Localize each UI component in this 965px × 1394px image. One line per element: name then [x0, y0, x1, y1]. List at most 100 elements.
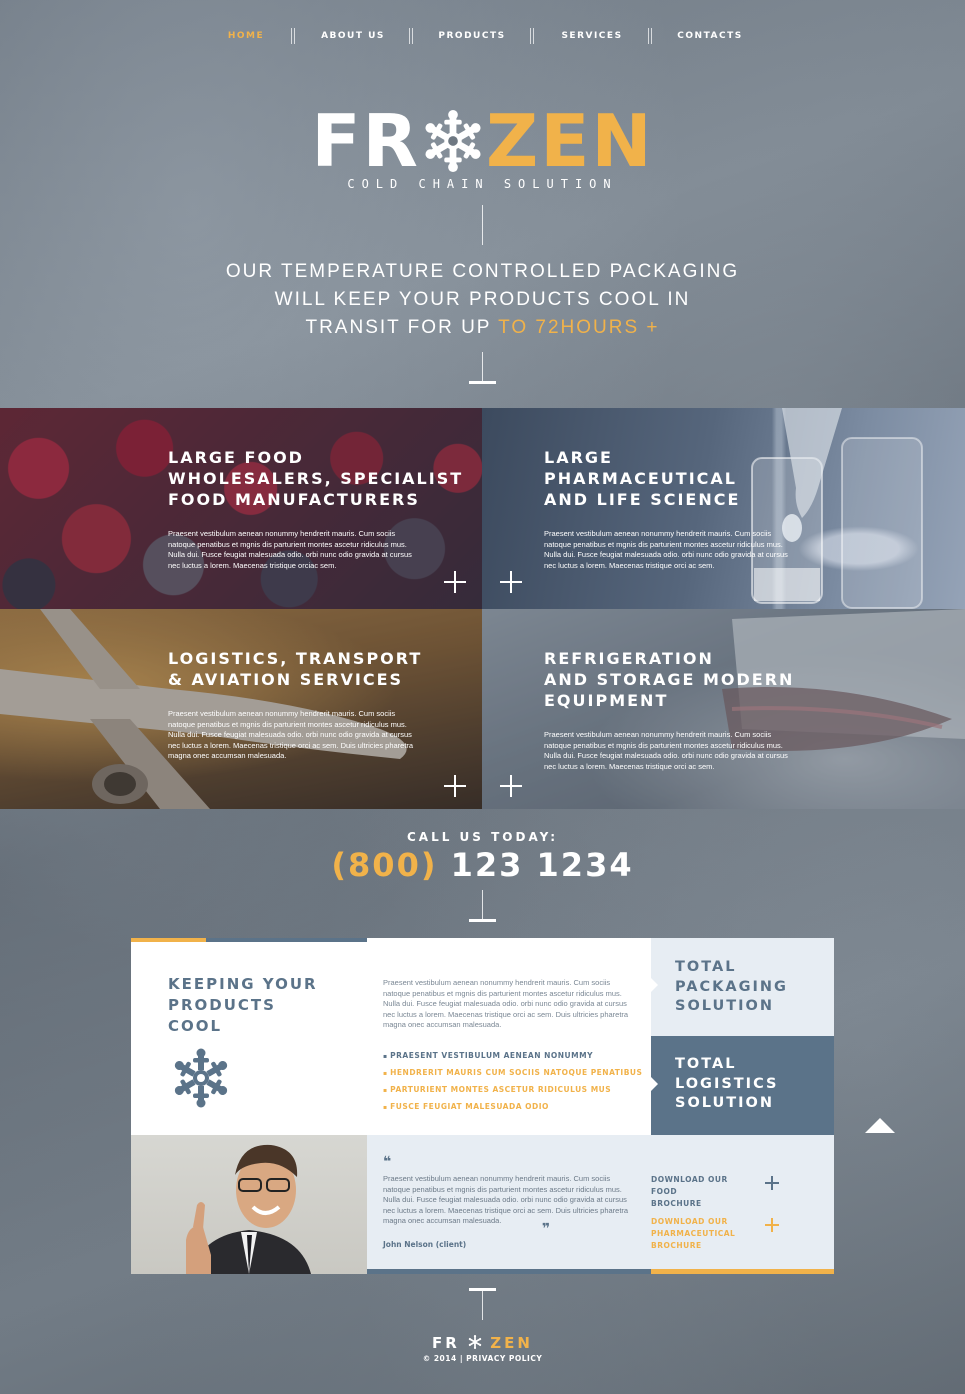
download-food-brochure-link[interactable]: DOWNLOAD OUR FOOD BROCHURE: [651, 1174, 751, 1210]
feature-item: FUSCE FEUGIAT MALESUADA ODIO: [383, 1099, 642, 1116]
info-heading: KEEPING YOUR PRODUCTS COOL: [168, 974, 318, 1037]
title-line: SOLUTION: [675, 998, 775, 1014]
feature-item: PARTURIENT MONTES ASCETUR RIDICULUS MUS: [383, 1082, 642, 1099]
site-logo[interactable]: FR ZEN: [0, 105, 965, 177]
tile-title-line: REFRIGERATION: [544, 649, 714, 668]
tile-pharma-title: LARGE PHARMACEUTICAL AND LIFE SCIENCE: [544, 447, 740, 510]
tile-food-body: Praesent vestibulum aenean nonummy hendr…: [168, 529, 412, 570]
plus-icon[interactable]: [500, 571, 522, 593]
tile-pharma-body: Praesent vestibulum aenean nonummy hendr…: [544, 529, 788, 570]
panel-arrow: [651, 1077, 658, 1091]
nav-separator: [291, 28, 295, 44]
nav-products[interactable]: PRODUCTS: [422, 28, 522, 44]
tile-title-line: LARGE: [544, 448, 613, 467]
feature-list: PRAESENT VESTIBULUM AENEAN NONUMMY HENDR…: [383, 1048, 642, 1116]
tile-title-line: WHOLESALERS, SPECIALIST: [168, 469, 464, 488]
footer-logo-right: ZEN: [490, 1334, 533, 1352]
testimonial-text: Praesent vestibulum aenean nonummy hendr…: [383, 1174, 629, 1225]
test-tube-illustration: [751, 408, 923, 609]
copyright-text: © 2014 |: [422, 1354, 467, 1363]
title-line: LOGISTICS: [675, 1075, 779, 1092]
tile-title-line: & AVIATION SERVICES: [168, 670, 404, 689]
phone-area-code: (800): [331, 846, 438, 884]
snowflake-icon: [468, 1335, 482, 1349]
hero-line-3-text: TRANSIT FOR UP: [305, 317, 499, 338]
phone-digits: 123 1234: [450, 846, 634, 884]
accent-bar: [206, 938, 367, 942]
link-line: BROCHURE: [651, 1199, 702, 1208]
heading-line: COOL: [168, 1017, 223, 1035]
nav-about-us[interactable]: ABOUT US: [303, 28, 403, 44]
nav-home[interactable]: HOME: [196, 28, 296, 44]
packaging-solution-title: TOTAL PACKAGING SOLUTION: [675, 958, 788, 1017]
plus-icon[interactable]: [500, 775, 522, 797]
heading-line: KEEPING YOUR: [168, 975, 318, 993]
tile-title-line: AND STORAGE MODERN: [544, 670, 795, 689]
logo-tagline: COLD CHAIN SOLUTION: [347, 177, 618, 191]
footer-copyright: © 2014 | PRIVACY POLICY: [0, 1354, 965, 1363]
link-line: DOWNLOAD OUR: [651, 1217, 728, 1226]
tile-refrigeration-body: Praesent vestibulum aenean nonummy hendr…: [544, 730, 788, 771]
tile-refrigeration-title: REFRIGERATION AND STORAGE MODERN EQUIPME…: [544, 648, 794, 711]
feature-item: HENDRERIT MAURIS CUM SOCIIS NATOQUE PENA…: [383, 1065, 642, 1082]
scroll-top-icon[interactable]: [865, 1118, 895, 1133]
title-line: TOTAL: [675, 1056, 737, 1072]
tile-title-line: LARGE FOOD: [168, 448, 304, 467]
info-paragraph: Praesent vestibulum aenean nonummy hendr…: [383, 978, 629, 1029]
phone-number[interactable]: (800) 123 1234: [0, 846, 965, 884]
hero-line-2: WILL KEEP YOUR PRODUCTS COOL IN: [274, 289, 691, 310]
nav-separator: [530, 28, 534, 44]
divider-line: [482, 1290, 483, 1320]
panel-arrow: [651, 978, 658, 992]
divider-line: [482, 205, 483, 245]
client-photo: [131, 1135, 367, 1274]
feature-item: PRAESENT VESTIBULUM AENEAN NONUMMY: [383, 1048, 642, 1065]
hero-headline: OUR TEMPERATURE CONTROLLED PACKAGING WIL…: [0, 258, 965, 342]
tile-title-line: AND LIFE SCIENCE: [544, 490, 741, 509]
tile-title-line: LOGISTICS, TRANSPORT: [168, 649, 423, 668]
plus-icon[interactable]: [765, 1176, 779, 1190]
accent-bar: [131, 938, 206, 942]
tile-title-line: EQUIPMENT: [544, 691, 669, 710]
footer-logo-left: FR: [432, 1334, 460, 1352]
link-line: PHARMACEUTICAL: [651, 1229, 736, 1238]
title-line: TOTAL: [675, 959, 737, 975]
nav-separator: [409, 28, 413, 44]
divider-bar: [469, 919, 496, 922]
quote-open-icon: ❝: [383, 1154, 392, 1170]
tile-aviation-title: LOGISTICS, TRANSPORT & AVIATION SERVICES: [168, 648, 422, 690]
snowflake-icon: [421, 110, 484, 172]
tile-aviation-body: Praesent vestibulum aenean nonummy hendr…: [168, 709, 414, 760]
divider-line: [482, 352, 483, 382]
title-line: PACKAGING: [675, 978, 788, 995]
download-pharma-brochure-link[interactable]: DOWNLOAD OUR PHARMACEUTICAL BROCHURE: [651, 1216, 751, 1252]
tile-title-line: FOOD MANUFACTURERS: [168, 490, 420, 509]
tile-food-title: LARGE FOOD WHOLESALERS, SPECIALIST FOOD …: [168, 447, 463, 510]
title-line: SOLUTION: [675, 1095, 775, 1111]
heading-line: PRODUCTS: [168, 996, 276, 1014]
call-label: CALL US TODAY:: [406, 830, 559, 844]
plus-icon[interactable]: [765, 1218, 779, 1232]
top-navigation: HOME ABOUT US PRODUCTS SERVICES CONTACTS: [0, 28, 965, 46]
tile-title-line: PHARMACEUTICAL: [544, 469, 737, 488]
footer-logo[interactable]: FR ZEN: [0, 1334, 965, 1352]
logistics-solution-title: TOTAL LOGISTICS SOLUTION: [675, 1055, 778, 1114]
hero-line-3: TRANSIT FOR UP TO 72HOURS +: [0, 314, 965, 342]
nav-services[interactable]: SERVICES: [542, 28, 642, 44]
plus-icon[interactable]: [444, 571, 466, 593]
divider-bar: [469, 381, 496, 384]
logo-text-right: ZEN: [485, 99, 654, 183]
nav-contacts[interactable]: CONTACTS: [660, 28, 760, 44]
quote-close-icon: ❞: [542, 1221, 551, 1237]
divider-line: [482, 890, 483, 920]
nav-separator: [648, 28, 652, 44]
link-line: DOWNLOAD OUR FOOD: [651, 1175, 728, 1196]
link-line: BROCHURE: [651, 1241, 702, 1250]
client-portrait: [186, 1144, 311, 1274]
hero-highlight: TO 72HOURS +: [498, 317, 660, 338]
logo-text-left: FR: [311, 99, 420, 183]
privacy-policy-link[interactable]: PRIVACY POLICY: [466, 1354, 542, 1363]
plus-icon[interactable]: [444, 775, 466, 797]
accent-bar: [651, 1269, 834, 1274]
accent-bar: [367, 1269, 651, 1274]
